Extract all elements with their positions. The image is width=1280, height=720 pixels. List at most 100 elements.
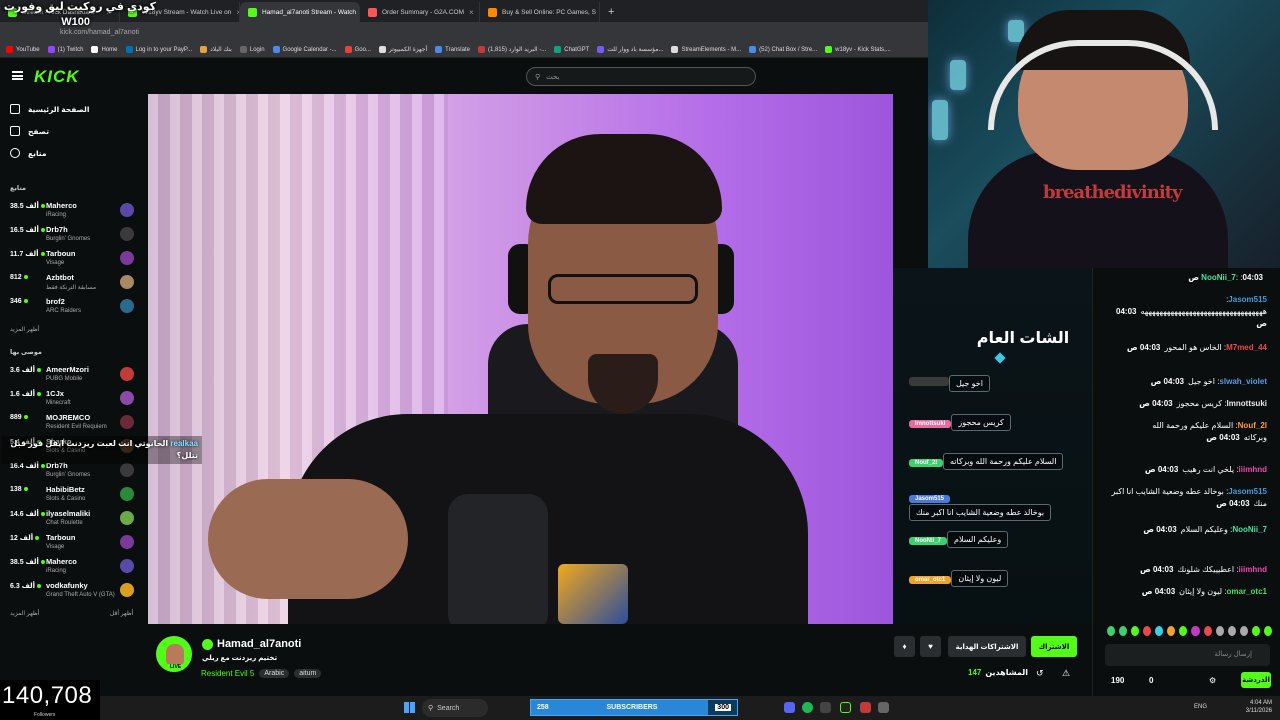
streamer-name[interactable]: Hamad_al7anoti: [202, 638, 301, 650]
gift-subs-button[interactable]: الاشتراكات الهداية: [948, 636, 1026, 657]
emote-icon[interactable]: [1155, 626, 1164, 636]
sidebar-channel[interactable]: 6.3 ألف vodkafunky Grand Theft Auto V (GTA…: [10, 580, 134, 604]
chat-username[interactable]: slwah_violet: [1219, 377, 1267, 386]
bookmark-item[interactable]: أجهزة الكمبيوتر: [378, 46, 427, 53]
sidebar-channel[interactable]: 889 MOJREMCO Resident Evil Requiem: [10, 412, 134, 436]
sidebar-channel[interactable]: 812 Azbtbot مسابقة الترنكة فقط: [10, 272, 134, 296]
points-count[interactable]: 190: [1111, 676, 1124, 685]
stream-video[interactable]: [148, 94, 893, 624]
chat-username[interactable]: NooNii_7: [1201, 273, 1236, 282]
sidebar-channel[interactable]: 38.5 ألف Maherco iRacing: [10, 200, 134, 224]
app-icon[interactable]: [878, 702, 889, 713]
bookmark-item[interactable]: (1,815) البريد الوارد -...: [477, 46, 546, 53]
tag-pill[interactable]: Arabic: [259, 669, 290, 678]
sidebar-channel[interactable]: 38.5 ألف Maherco iRacing: [10, 556, 134, 580]
show-less-link[interactable]: أظهر أقل: [110, 610, 133, 617]
chat-username[interactable]: NooNii_7: [1232, 525, 1267, 534]
close-icon[interactable]: ×: [469, 8, 474, 17]
chat-username[interactable]: iiimhnd: [1239, 465, 1267, 474]
emote-icon[interactable]: [1118, 626, 1128, 636]
kick-logo[interactable]: KICK: [34, 67, 80, 87]
windows-start-icon[interactable]: [404, 702, 415, 713]
emote-icon[interactable]: [1251, 626, 1260, 636]
browser-tab[interactable]: Hamad_al7anoti Stream - Watch×: [240, 2, 360, 22]
sidebar-item-following[interactable]: متابع: [10, 148, 46, 158]
share-icon[interactable]: ↺: [1036, 668, 1044, 679]
tag-pill[interactable]: aitum: [294, 669, 322, 678]
bookmark-item[interactable]: ChatGPT: [554, 46, 589, 53]
bookmark-item[interactable]: Log in to your PayP...: [125, 46, 192, 53]
browser-tab[interactable]: Buy & Sell Online: PC Games, S×: [480, 2, 600, 22]
emote-icon[interactable]: [1239, 626, 1248, 636]
send-button[interactable]: الدردشة: [1241, 672, 1271, 688]
sidebar-item-browse[interactable]: تصفح: [10, 126, 49, 136]
subscribe-button[interactable]: الاشتراك: [1031, 636, 1077, 657]
sidebar-channel[interactable]: 3.6 ألف AmeerMzori PUBG Mobile: [10, 364, 134, 388]
bookmark-item[interactable]: w18yv - Kick Stats,...: [825, 46, 891, 53]
emote-icon[interactable]: [1227, 626, 1236, 636]
sidebar-channel[interactable]: 138 HabibiBetz Slots & Casino: [10, 484, 134, 508]
app-icon[interactable]: [860, 702, 871, 713]
app-icon[interactable]: [820, 702, 831, 713]
emote-icon[interactable]: [1191, 626, 1200, 636]
notification-bell-button[interactable]: ♦: [894, 636, 915, 657]
bookmark-item[interactable]: مؤسسة باد ووار للت...: [597, 46, 663, 53]
bookmark-item[interactable]: (1) Twitch: [47, 46, 83, 53]
discord-icon[interactable]: [784, 702, 795, 713]
new-tab-button[interactable]: +: [600, 2, 622, 22]
category-link[interactable]: Resident Evil 5: [201, 669, 254, 678]
bookmark-label: Translate: [445, 46, 470, 53]
emote-icon[interactable]: [1106, 626, 1115, 636]
settings-icon[interactable]: ⚙: [1209, 676, 1216, 685]
taskbar-search[interactable]: ⚲ Search: [422, 699, 488, 717]
emote-icon[interactable]: [1263, 626, 1272, 636]
chat-username[interactable]: M7med_44: [1226, 343, 1267, 352]
show-more-link-2[interactable]: أظهر المزيد: [10, 610, 39, 617]
spotify-icon[interactable]: [802, 702, 813, 713]
channel-avatar: [120, 251, 134, 265]
viewer-count-text: 812: [10, 274, 22, 281]
bookmark-label: مؤسسة باد ووار للت...: [607, 47, 664, 53]
bookmark-item[interactable]: StreamElements - M...: [671, 46, 741, 53]
sidebar-item-home[interactable]: الصفحة الرئيسية: [10, 104, 89, 114]
heart-button[interactable]: ♥: [920, 636, 941, 657]
chat-username[interactable]: omar_otc1: [1227, 587, 1267, 596]
bookmark-item[interactable]: Translate: [435, 46, 470, 53]
show-more-link[interactable]: أظهر المزيد: [10, 326, 39, 333]
emote-icon[interactable]: [1215, 626, 1224, 636]
sidebar-channel[interactable]: 11.7 ألف Tarboun Visage: [10, 248, 134, 272]
bookmark-item[interactable]: Goo...: [344, 46, 371, 53]
viewer-count: 3.6 ألف: [10, 366, 43, 374]
chat-timestamp: 04:03 ص: [1150, 377, 1185, 386]
emote-icon[interactable]: [1179, 626, 1188, 636]
chat-username[interactable]: Jasom515: [1228, 295, 1267, 304]
clock[interactable]: 4:04 AM 3/11/2026: [1246, 699, 1272, 715]
bookmark-item[interactable]: Login: [239, 46, 265, 53]
sidebar-channel[interactable]: 14.6 ألف ilyaselmaliki Chat Roulette: [10, 508, 134, 532]
emote-icon[interactable]: [1131, 626, 1140, 636]
report-icon[interactable]: ⚠: [1062, 668, 1070, 679]
bookmark-item[interactable]: بنك البلاد: [200, 46, 232, 53]
emote-bar[interactable]: [1106, 626, 1272, 638]
sidebar-channel[interactable]: 1.6 ألف 1CJx Minecraft: [10, 388, 134, 412]
kick-app-icon[interactable]: [840, 702, 851, 713]
chat-username[interactable]: Jasom515: [1228, 487, 1267, 496]
chat-username[interactable]: Nouf_2l: [1238, 421, 1267, 430]
chat-username[interactable]: iiimhnd: [1239, 565, 1267, 574]
chat-input[interactable]: إرسال رسالة: [1105, 644, 1270, 666]
menu-icon[interactable]: [12, 71, 23, 80]
sidebar-channel[interactable]: 12 ألف Tarboun Visage: [10, 532, 134, 556]
emote-icon[interactable]: [1143, 626, 1152, 636]
sidebar-channel[interactable]: 346 brof2 ARC Raiders: [10, 296, 134, 320]
search-input[interactable]: ⚲ بحث: [526, 67, 756, 86]
sidebar-channel[interactable]: 16.5 ألف Drb7h Burglin' Gnomes: [10, 224, 134, 248]
bookmark-item[interactable]: YouTube: [6, 46, 40, 53]
emote-icon[interactable]: [1203, 626, 1212, 636]
bookmark-item[interactable]: (52) Chat Box / Stre...: [749, 46, 817, 53]
chat-username[interactable]: Imnottsuki: [1227, 399, 1267, 408]
browser-tab[interactable]: Order Summary - G2A.COM ×: [360, 2, 480, 22]
emote-icon[interactable]: [1167, 626, 1176, 636]
bookmark-item[interactable]: Home: [91, 46, 118, 53]
language-indicator[interactable]: ENG: [1194, 704, 1207, 710]
bookmark-item[interactable]: Google Calendar -...: [272, 46, 337, 53]
